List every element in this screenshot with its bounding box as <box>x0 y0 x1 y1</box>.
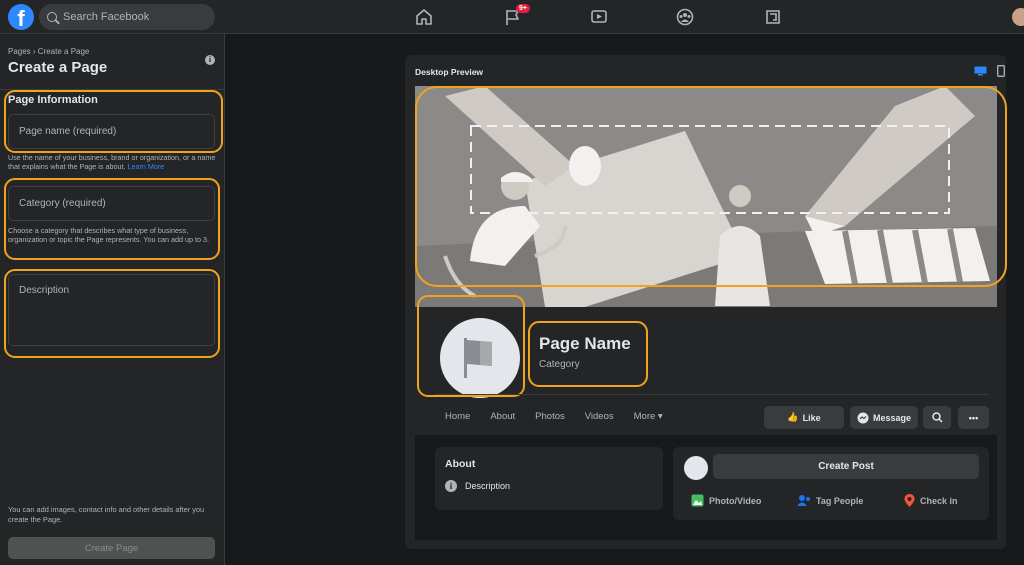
mobile-icon[interactable] <box>997 65 1005 77</box>
create-page-sidebar: Pages › Create a Page Create a Page i Pa… <box>0 34 225 565</box>
about-title: About <box>445 458 476 470</box>
like-button[interactable]: 👍 Like <box>764 406 844 429</box>
desktop-preview-panel: Desktop Preview Page Name Category Home … <box>405 55 1007 549</box>
about-card: About i Description <box>435 447 663 510</box>
tag-people-label: Tag People <box>816 495 864 506</box>
tab-more[interactable]: More ▾ <box>634 411 663 422</box>
about-description: Description <box>465 481 511 491</box>
logo-glyph: f <box>17 6 25 30</box>
messenger-icon <box>857 412 869 423</box>
tab-about[interactable]: About <box>490 411 515 422</box>
breadcrumb[interactable]: Pages › Create a Page <box>8 47 89 56</box>
footer-note: You can add images, contact info and oth… <box>8 505 205 524</box>
category-field[interactable] <box>8 186 215 221</box>
category-helper: Choose a category that describes what ty… <box>8 226 209 244</box>
cover-photo[interactable] <box>415 86 997 307</box>
preview-category: Category <box>539 359 580 370</box>
divider <box>0 89 225 90</box>
message-label: Message <box>872 412 912 423</box>
message-button[interactable]: Message <box>850 406 918 429</box>
page-tabs: Home About Photos Videos More ▾ <box>445 411 683 422</box>
profile-avatar[interactable] <box>1012 8 1024 26</box>
create-post-card: Create Post Photo/Video Tag People Check… <box>673 447 989 520</box>
more-options-button[interactable]: ••• <box>958 406 989 429</box>
flag-placeholder-icon <box>464 338 492 378</box>
page-name-helper: Use the name of your business, brand or … <box>8 153 218 171</box>
description-field[interactable] <box>8 274 215 346</box>
location-pin-icon <box>904 494 915 507</box>
info-icon: i <box>445 480 457 492</box>
page-name-field[interactable] <box>8 114 215 149</box>
notification-badge: 9+ <box>516 4 530 13</box>
tag-people-icon <box>797 495 810 506</box>
search-box[interactable] <box>39 4 215 30</box>
tab-photos[interactable]: Photos <box>535 411 565 422</box>
search-input[interactable] <box>63 11 203 23</box>
page-title: Create a Page <box>8 59 108 76</box>
info-icon[interactable]: i <box>205 55 215 65</box>
photo-video-action[interactable]: Photo/Video <box>691 494 761 507</box>
photo-icon <box>691 494 704 507</box>
search-button[interactable] <box>923 406 951 429</box>
check-in-label: Check in <box>920 495 958 506</box>
page-name-help-text: Use the name of your business, brand or … <box>8 153 216 171</box>
profile-picture[interactable] <box>437 315 523 401</box>
search-icon <box>931 412 943 423</box>
tab-videos[interactable]: Videos <box>585 411 614 422</box>
preview-title: Desktop Preview <box>415 67 484 77</box>
desktop-icon[interactable] <box>974 66 987 76</box>
page-avatar <box>684 456 708 480</box>
create-post-button[interactable]: Create Post <box>713 454 979 479</box>
create-page-button[interactable]: Create Page <box>8 537 215 559</box>
watch-icon[interactable] <box>590 8 608 26</box>
ellipsis-icon: ••• <box>968 412 979 423</box>
home-icon[interactable] <box>415 8 433 26</box>
facebook-logo-icon[interactable]: f <box>8 4 34 30</box>
thumbs-up-icon: 👍 <box>787 412 799 422</box>
divider <box>434 394 989 395</box>
cover-illustration <box>415 86 997 307</box>
groups-icon[interactable] <box>676 8 694 26</box>
top-navigation-bar: f 9+ <box>0 0 1024 34</box>
highlight-page-name-preview <box>528 321 648 387</box>
section-label: Page Information <box>8 94 98 106</box>
tag-people-action[interactable]: Tag People <box>797 494 863 507</box>
preview-page-name: Page Name <box>539 334 631 353</box>
photo-video-label: Photo/Video <box>709 495 762 506</box>
tab-home[interactable]: Home <box>445 411 470 422</box>
learn-more-link[interactable]: Learn More <box>127 162 164 171</box>
search-icon <box>47 12 57 22</box>
like-label: Like <box>802 412 821 423</box>
check-in-action[interactable]: Check in <box>904 494 958 507</box>
gaming-icon[interactable] <box>764 8 782 26</box>
